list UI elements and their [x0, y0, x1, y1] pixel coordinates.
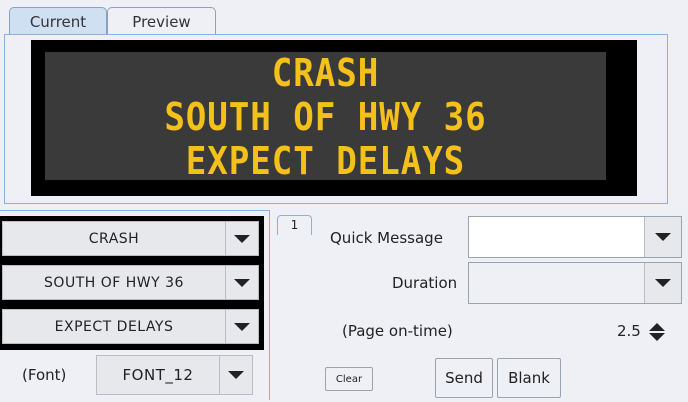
quick-message-combo[interactable]: [468, 216, 682, 258]
spinner-up-icon[interactable]: [649, 323, 665, 331]
blank-button[interactable]: Blank: [497, 358, 561, 398]
page-on-time-value[interactable]: 2.5: [617, 322, 641, 340]
page-on-time-label: (Page on-time): [342, 322, 453, 340]
line-1-select[interactable]: CRASH: [2, 221, 259, 256]
chevron-down-icon: [225, 222, 258, 255]
chevron-down-icon: [644, 217, 681, 257]
line-3-select[interactable]: EXPECT DELAYS: [2, 309, 259, 344]
tab-preview[interactable]: Preview: [107, 7, 216, 35]
duration-value: [469, 263, 644, 303]
page-on-time-spinner[interactable]: [648, 320, 666, 344]
tab-current-label: Current: [29, 12, 87, 31]
spinner-down-icon[interactable]: [649, 333, 665, 341]
sign-line-2: SOUTH OF HWY 36: [164, 95, 487, 139]
line-3-value: EXPECT DELAYS: [54, 318, 174, 335]
sign-line-3: EXPECT DELAYS: [185, 139, 466, 183]
font-value: FONT_12: [122, 366, 194, 384]
quick-message-label: Quick Message: [330, 229, 443, 247]
line-2-select[interactable]: SOUTH OF HWY 36: [2, 265, 259, 300]
line-1-value: CRASH: [88, 230, 140, 247]
quick-message-input[interactable]: [469, 217, 644, 257]
font-select[interactable]: FONT_12: [96, 355, 253, 395]
chevron-down-icon: [644, 263, 681, 303]
duration-label: Duration: [392, 274, 458, 292]
clear-button[interactable]: Clear: [325, 367, 373, 391]
chevron-down-icon: [219, 356, 252, 394]
line-2-value: SOUTH OF HWY 36: [44, 274, 184, 291]
send-button[interactable]: Send: [435, 358, 493, 398]
sign-line-1: CRASH: [271, 51, 380, 95]
chevron-down-icon: [225, 266, 258, 299]
tab-preview-label: Preview: [132, 12, 191, 31]
font-label: (Font): [22, 366, 67, 384]
chevron-down-icon: [225, 310, 258, 343]
duration-combo[interactable]: [468, 262, 682, 304]
tab-current[interactable]: Current: [9, 7, 107, 35]
page-tab-1[interactable]: 1: [277, 215, 312, 235]
